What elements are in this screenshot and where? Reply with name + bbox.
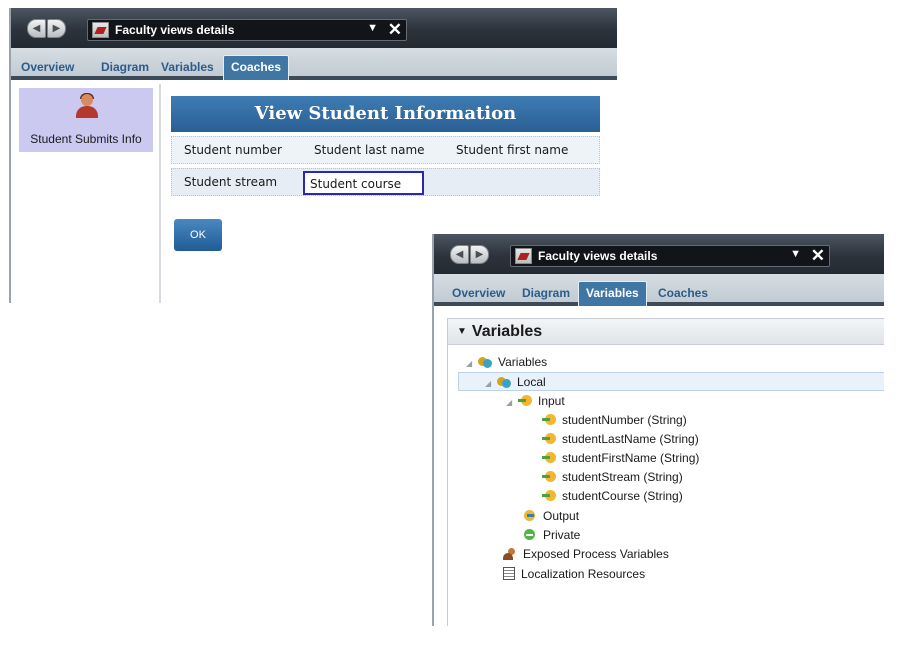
tab-coaches[interactable]: Coaches [658,286,708,300]
tree-item-label: Input [538,394,565,408]
tree-item-label: studentFirstName (String) [562,451,700,465]
tab-coaches[interactable]: Coaches [223,55,290,80]
tree-item-label: Private [543,528,581,542]
tree-item-label: Output [543,509,580,523]
variables-icon [478,356,492,368]
tree-item-student-first-name[interactable]: studentFirstName (String) [542,449,699,468]
student-course-field[interactable]: Student course [303,171,424,195]
variables-section-header[interactable]: ▼ Variables [448,319,884,345]
variables-section-title: Variables [471,323,543,340]
tree-expand-icon[interactable]: ◢ [485,374,497,393]
student-number-field[interactable]: Student number [184,143,282,157]
tree-item-local[interactable]: ◢ Local [458,372,884,391]
person-icon [76,93,98,118]
activity-student-submits-info[interactable]: Student Submits Info [19,88,153,152]
back-arrow-icon[interactable]: ◀ [27,19,46,38]
input-arrow-icon [542,471,556,483]
tree-item-student-number[interactable]: studentNumber (String) [542,411,687,430]
tree-item-localization-resources[interactable]: Localization Resources [503,565,645,584]
tree-item-label: studentStream (String) [562,470,683,484]
tree-item-exposed-process-variables[interactable]: Exposed Process Variables [503,545,669,564]
title-bar: ◀ ▶ Faculty views details ▼ ✕ [434,234,884,274]
collapse-triangle-icon[interactable]: ▼ [457,326,467,337]
input-arrow-icon [542,452,556,464]
tree-item-student-last-name[interactable]: studentLastName (String) [542,430,699,449]
localization-icon [503,567,515,580]
tree-item-student-stream[interactable]: studentStream (String) [542,468,683,487]
tree-item-label: Localization Resources [521,567,646,581]
close-icon[interactable]: ✕ [811,246,825,266]
tab-variables[interactable]: Variables [578,281,647,306]
tree-item-label: Exposed Process Variables [523,547,669,561]
tab-overview[interactable]: Overview [21,60,74,74]
editor-title: Faculty views details [538,249,658,263]
activity-label: Student Submits Info [30,132,142,146]
tree-item-private[interactable]: Private [523,526,580,545]
tree-item-label: studentCourse (String) [562,489,683,503]
tab-diagram[interactable]: Diagram [522,286,570,300]
tree-item-label: Variables [498,355,548,369]
student-first-name-field[interactable]: Student first name [456,143,568,157]
student-last-name-field[interactable]: Student last name [314,143,425,157]
private-icon [523,529,537,541]
editor-tabs: Overview Diagram Variables Coaches [11,48,617,80]
editor-title-selector[interactable]: Faculty views details ▼ ✕ [87,19,407,41]
close-icon[interactable]: ✕ [388,20,402,40]
forward-arrow-icon[interactable]: ▶ [470,245,489,264]
variables-window: ◀ ▶ Faculty views details ▼ ✕ Overview D… [432,234,884,626]
tree-expand-icon[interactable]: ◢ [466,354,478,373]
tree-item-input[interactable]: ◢ Input [506,392,565,411]
title-bar: ◀ ▶ Faculty views details ▼ ✕ [11,8,617,48]
editor-title: Faculty views details [115,23,235,37]
tree-expand-icon[interactable]: ◢ [506,393,518,412]
editor-title-selector[interactable]: Faculty views details ▼ ✕ [510,245,830,267]
input-arrow-icon [542,490,556,502]
back-arrow-icon[interactable]: ◀ [450,245,469,264]
exposed-variables-icon [503,548,517,560]
output-icon [523,510,537,522]
process-app-icon [515,248,532,264]
coach-title: View Student Information [171,96,600,132]
tree-item-label: studentNumber (String) [562,413,687,427]
input-arrow-icon [542,433,556,445]
student-stream-field[interactable]: Student stream [184,175,277,189]
chevron-down-icon[interactable]: ▼ [367,22,378,34]
variables-icon [497,376,511,388]
editor-tabs: Overview Diagram Variables Coaches [434,274,884,306]
coach-list-panel: Student Submits Info [11,84,161,303]
tree-item-output[interactable]: Output [523,507,579,526]
tree-item-variables[interactable]: ◢ Variables [466,353,547,372]
field-row-2: Student stream Student course [171,168,600,196]
tree-item-label: Local [517,375,546,389]
tab-variables[interactable]: Variables [161,60,214,74]
input-arrow-icon [542,414,556,426]
coach-form: View Student Information Student number … [171,96,600,196]
tree-item-student-course[interactable]: studentCourse (String) [542,487,683,506]
tree-item-label: studentLastName (String) [562,432,699,446]
tab-diagram[interactable]: Diagram [101,60,149,74]
process-app-icon [92,22,109,38]
ok-button[interactable]: OK [174,219,222,251]
input-arrow-icon [518,395,532,407]
field-row-1: Student number Student last name Student… [171,136,600,164]
tab-overview[interactable]: Overview [452,286,505,300]
forward-arrow-icon[interactable]: ▶ [47,19,66,38]
chevron-down-icon[interactable]: ▼ [790,248,801,260]
variables-pane: ▼ Variables ◢ Variables ◢ Local ◢ Input stud… [447,318,884,626]
